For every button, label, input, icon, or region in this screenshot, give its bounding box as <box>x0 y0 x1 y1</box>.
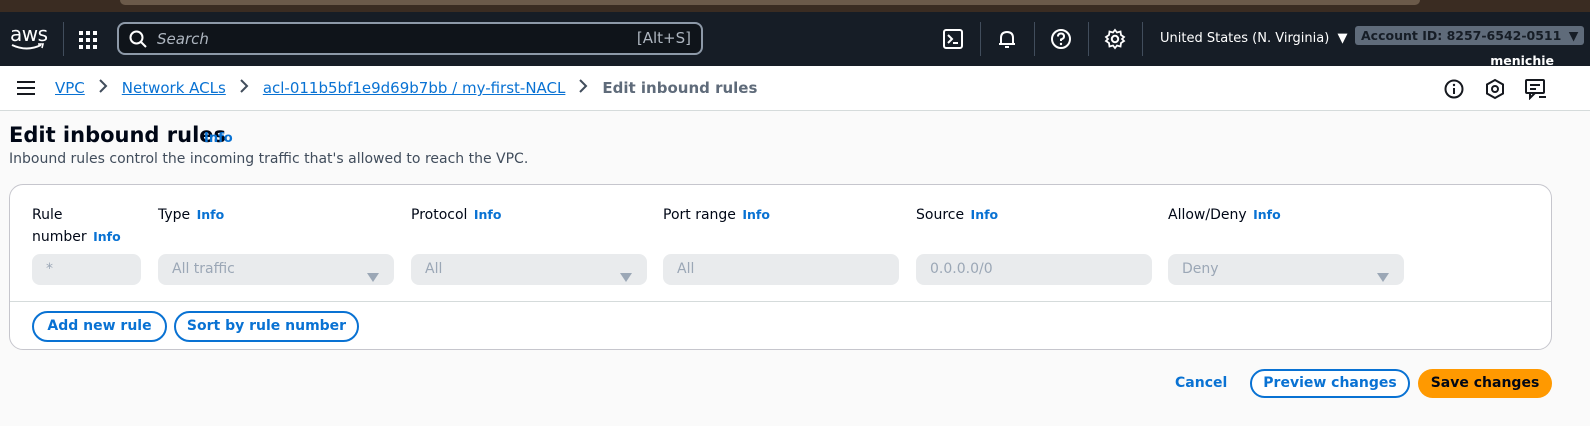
search-placeholder: Search <box>157 30 209 48</box>
feedback-icon[interactable] <box>1524 78 1546 101</box>
security-icon[interactable] <box>1484 78 1506 100</box>
menu-icon[interactable] <box>16 80 36 100</box>
caret-down-icon <box>366 264 380 295</box>
breadcrumb-current: Edit inbound rules <box>602 79 758 97</box>
chevron-right-icon <box>240 79 249 97</box>
cancel-button[interactable]: Cancel <box>1175 375 1227 391</box>
caret-down-icon <box>619 264 633 295</box>
type-select[interactable]: All traffic <box>158 254 394 285</box>
account-menu[interactable]: Account ID: 8257-6542-0511 ▼ <box>1355 26 1585 45</box>
cloudshell-icon[interactable] <box>942 28 966 52</box>
search-input[interactable]: Search [Alt+S] <box>117 22 703 55</box>
panel-divider <box>10 301 1551 302</box>
source-info-link[interactable]: Info <box>971 207 999 222</box>
nav-divider <box>63 22 64 56</box>
save-changes-button[interactable]: Save changes <box>1418 369 1552 398</box>
sort-by-rule-number-button[interactable]: Sort by rule number <box>174 311 359 342</box>
port-range-field[interactable]: All <box>663 254 899 285</box>
preview-changes-button[interactable]: Preview changes <box>1250 369 1410 398</box>
rule-number-field[interactable]: * <box>32 254 141 285</box>
allow-deny-select[interactable]: Deny <box>1168 254 1404 285</box>
breadcrumb-vpc[interactable]: VPC <box>55 79 85 97</box>
page-info-link[interactable]: Info <box>204 131 233 146</box>
add-new-rule-button[interactable]: Add new rule <box>32 311 167 342</box>
source-field[interactable]: 0.0.0.0/0 <box>916 254 1152 285</box>
column-type: Type Info <box>158 207 225 223</box>
help-icon[interactable] <box>1050 28 1074 52</box>
chevron-right-icon <box>99 79 108 97</box>
page-title: Edit inbound rules <box>9 123 227 147</box>
page-description: Inbound rules control the incoming traff… <box>9 151 529 167</box>
breadcrumb-network-acls[interactable]: Network ACLs <box>122 79 226 97</box>
top-navigation: aws Search [Alt+S] United States (N. Vir… <box>0 12 1590 68</box>
column-rule-number: Rule number Info <box>32 207 121 245</box>
caret-down-icon: ▼ <box>1568 28 1579 43</box>
port-range-info-link[interactable]: Info <box>742 207 770 222</box>
bell-icon[interactable] <box>996 28 1020 52</box>
search-shortcut: [Alt+S] <box>636 29 691 47</box>
column-port-range: Port range Info <box>663 207 770 223</box>
column-allow-deny: Allow/Deny Info <box>1168 207 1281 223</box>
allow-deny-info-link[interactable]: Info <box>1253 207 1281 222</box>
browser-top-strip <box>0 0 1590 12</box>
region-selector[interactable]: United States (N. Virginia) ▼ <box>1160 31 1347 46</box>
breadcrumb: VPC Network ACLs acl-011b5bf1e9d69b7bb /… <box>55 79 757 97</box>
type-info-link[interactable]: Info <box>197 207 225 222</box>
info-icon[interactable] <box>1443 78 1465 100</box>
aws-logo[interactable]: aws <box>10 24 50 54</box>
protocol-info-link[interactable]: Info <box>474 207 502 222</box>
caret-down-icon: ▼ <box>1337 31 1348 46</box>
caret-down-icon <box>1376 264 1390 295</box>
search-icon <box>129 30 147 52</box>
column-protocol: Protocol Info <box>411 207 502 223</box>
inbound-rules-panel: Rule number Info Type Info Protocol Info… <box>9 184 1552 350</box>
rule-number-info-link[interactable]: Info <box>93 229 121 244</box>
services-grid-icon[interactable] <box>76 28 100 52</box>
column-source: Source Info <box>916 207 999 223</box>
breadcrumb-bar: VPC Network ACLs acl-011b5bf1e9d69b7bb /… <box>0 66 1590 111</box>
chevron-right-icon <box>579 79 588 97</box>
breadcrumb-acl[interactable]: acl-011b5bf1e9d69b7bb / my-first-NACL <box>263 79 566 97</box>
protocol-select[interactable]: All <box>411 254 647 285</box>
settings-icon[interactable] <box>1104 28 1128 52</box>
